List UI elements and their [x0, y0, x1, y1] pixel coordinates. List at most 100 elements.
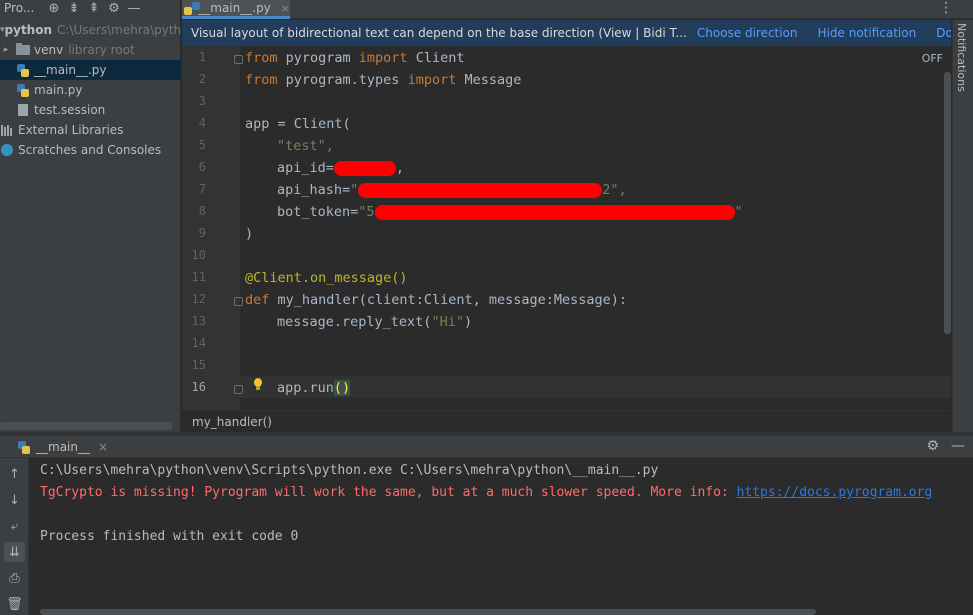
library-icon — [0, 124, 14, 137]
hide-notification-link[interactable]: Hide notification — [818, 26, 917, 40]
scratches-icon — [0, 144, 14, 157]
editor-tab-bar: __main__.py × ⋮ — [182, 0, 973, 19]
line-number: 4 — [198, 116, 206, 130]
code-line-2: from pyrogram.types import Message — [245, 72, 522, 88]
dont-show-again-link[interactable]: Don't show again — [936, 26, 951, 40]
code-line-7: api_hash=" 2", — [277, 182, 627, 198]
console-line-exit: Process finished with exit code 0 — [40, 529, 299, 544]
code-line-5: "test", — [277, 138, 334, 154]
tree-item-label: Scratches and Consoles — [18, 143, 162, 157]
python-file-icon — [16, 83, 30, 97]
tree-root-name: python — [4, 23, 53, 37]
tree-item-label: venv — [34, 43, 64, 57]
gear-icon[interactable]: ⚙ — [104, 0, 124, 16]
line-number: 14 — [191, 336, 206, 350]
line-number: 13 — [191, 314, 206, 328]
breadcrumb-item[interactable]: my_handler() — [192, 415, 272, 429]
tab-run-main[interactable]: __main__ × — [18, 436, 108, 458]
line-number: 2 — [198, 72, 206, 86]
tree-item-main-py[interactable]: __main__.py — [0, 60, 181, 80]
tree-item-main2-py[interactable]: main.py — [0, 80, 181, 100]
docs-link[interactable]: https://docs.pyrogram.org — [737, 485, 933, 500]
line-number: 7 — [198, 182, 206, 196]
editor-scrollbar[interactable] — [944, 72, 951, 334]
line-number: 11 — [191, 270, 206, 284]
code-line-1: from pyrogram import Client — [245, 50, 465, 66]
run-tool-actions: ⚙ — — [926, 438, 965, 454]
tab-main-py[interactable]: __main__.py × — [182, 0, 290, 19]
minimize-icon[interactable]: — — [124, 0, 144, 16]
choose-direction-link[interactable]: Choose direction — [697, 26, 798, 40]
line-number: 1 — [198, 50, 206, 64]
tree-item-venv[interactable]: ▸ venv library root — [0, 40, 181, 60]
fold-icon[interactable] — [234, 385, 243, 394]
tree-item-external-libraries[interactable]: External Libraries — [0, 120, 181, 140]
code-line-8: bot_token="5 " — [277, 204, 743, 220]
tree-item-label: main.py — [34, 83, 83, 97]
close-icon[interactable]: × — [98, 440, 108, 454]
tree-root-python[interactable]: ▾ python C:\Users\mehra\python — [0, 20, 181, 40]
code-line-13: message.reply_text("Hi") — [277, 314, 473, 330]
code-line-16: app.run() — [277, 380, 351, 396]
scroll-to-end-icon[interactable]: ⇊ — [4, 542, 25, 562]
run-tab-label: __main__ — [36, 440, 90, 454]
ide-window: Pro... ⊕ ⇟ ⇞ ⚙ — ▾ python C:\Users\mehra… — [0, 0, 973, 615]
print-icon[interactable]: ⎙ — [4, 568, 25, 588]
project-panel: Pro... ⊕ ⇟ ⇞ ⚙ — ▾ python C:\Users\mehra… — [0, 0, 181, 432]
tree-item-label: test.session — [34, 103, 106, 117]
code-line-4: app = Client( — [245, 116, 351, 132]
reader-mode-toggle[interactable]: OFF — [922, 52, 943, 65]
line-number: 12 — [191, 292, 206, 306]
chevron-right-icon[interactable]: ▸ — [0, 45, 12, 55]
tree-item-scratches[interactable]: Scratches and Consoles — [0, 140, 181, 160]
trash-icon[interactable]: 🗑 — [4, 594, 25, 614]
gear-icon[interactable]: ⚙ — [926, 438, 939, 454]
console-right-gutter — [951, 458, 973, 615]
file-icon — [16, 104, 30, 117]
lightbulb-icon[interactable] — [252, 378, 264, 392]
code-line-11: @Client.on_message() — [245, 270, 408, 286]
line-number: 8 — [198, 204, 206, 218]
console-line-warning: TgCrypto is missing! Pyrogram will work … — [40, 485, 933, 500]
project-panel-scrollbar[interactable] — [0, 422, 172, 430]
arrow-up-icon[interactable]: ↑ — [4, 464, 25, 484]
code-line-9: ) — [245, 226, 254, 242]
redaction-mark — [333, 160, 396, 176]
run-console[interactable]: C:\Users\mehra\python\venv\Scripts\pytho… — [30, 458, 951, 608]
folder-icon — [16, 43, 30, 57]
collapse-all-icon[interactable]: ⇟ — [64, 0, 84, 16]
code-line-6: api_id=, — [277, 160, 405, 176]
tree-item-label: External Libraries — [18, 123, 124, 137]
minimize-icon[interactable]: — — [951, 438, 965, 454]
run-toolbar: ↑ ↓ ⤶ ⇊ ⎙ 🗑 — [0, 458, 29, 615]
bidi-notification-banner: Visual layout of bidirectional text can … — [182, 20, 951, 46]
close-icon[interactable]: × — [281, 2, 290, 15]
python-run-icon — [18, 440, 30, 454]
console-horizontal-scrollbar[interactable] — [40, 609, 816, 615]
run-tool-header: __main__ × ⚙ — — [0, 436, 973, 458]
soft-wrap-icon[interactable]: ⤶ — [4, 516, 25, 536]
fold-icon[interactable] — [234, 297, 243, 306]
target-icon[interactable]: ⊕ — [44, 0, 64, 16]
notification-text: Visual layout of bidirectional text can … — [191, 26, 687, 40]
project-tree: ▾ python C:\Users\mehra\python ▸ venv li… — [0, 20, 181, 160]
code-editor[interactable]: 1 2 3 4 5 6 7 8 9 10 11 12 13 14 15 16 f… — [182, 46, 951, 410]
notifications-strip: Notifications — [952, 20, 973, 432]
more-options-icon[interactable]: ⋮ — [939, 0, 953, 18]
code-line-12: def my_handler(client:Client, message:Me… — [245, 292, 628, 308]
tree-item-label: __main__.py — [34, 63, 107, 77]
line-number: 5 — [198, 138, 206, 152]
line-number: 9 — [198, 226, 206, 240]
line-number: 15 — [191, 358, 206, 372]
expand-all-icon[interactable]: ⇞ — [84, 0, 104, 16]
project-panel-title[interactable]: Pro... — [0, 1, 44, 15]
fold-icon[interactable] — [234, 55, 243, 64]
editor-gutter: 1 2 3 4 5 6 7 8 9 10 11 12 13 14 15 16 — [182, 46, 262, 410]
arrow-down-icon[interactable]: ↓ — [4, 490, 25, 510]
console-line-command: C:\Users\mehra\python\venv\Scripts\pytho… — [40, 463, 659, 478]
tree-item-hint: library root — [68, 43, 135, 57]
line-number: 10 — [191, 248, 206, 262]
line-number: 16 — [191, 380, 206, 394]
notifications-tool-button[interactable]: Notifications — [955, 23, 968, 92]
tree-item-test-session[interactable]: test.session — [0, 100, 181, 120]
